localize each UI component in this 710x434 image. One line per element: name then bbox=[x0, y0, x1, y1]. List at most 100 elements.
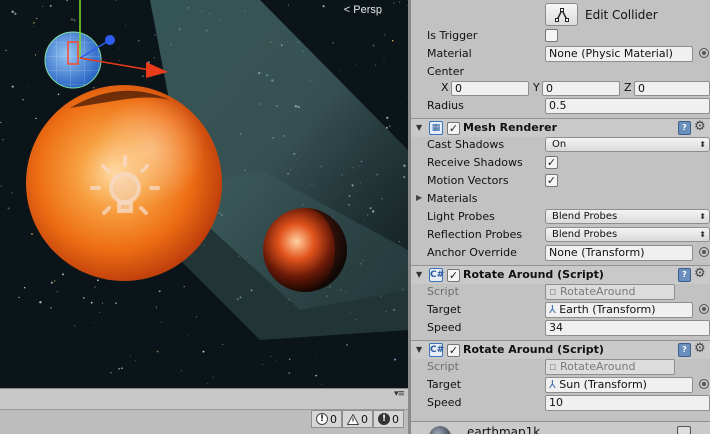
star bbox=[97, 279, 99, 282]
help-book-icon[interactable]: ? bbox=[678, 268, 691, 282]
speed-label: Speed bbox=[427, 321, 462, 334]
rotate-around-header-2[interactable]: ▼ C# ✓ Rotate Around (Script) ? ⚙ bbox=[411, 340, 710, 359]
star bbox=[196, 316, 198, 318]
star bbox=[73, 19, 76, 22]
radius-field[interactable]: 0.5 bbox=[545, 98, 710, 114]
center-label: Center bbox=[427, 65, 465, 78]
star bbox=[110, 372, 112, 374]
asset-settings-icon[interactable] bbox=[677, 426, 691, 434]
warning-toggle-button[interactable]: 0 bbox=[342, 410, 373, 428]
cast-shadows-dropdown[interactable]: On ⬍ bbox=[545, 137, 710, 152]
anchor-override-field[interactable]: None (Transform) bbox=[545, 245, 693, 261]
target-picker-icon[interactable] bbox=[699, 304, 709, 314]
help-book-icon[interactable]: ? bbox=[678, 121, 691, 135]
star bbox=[0, 121, 2, 124]
star bbox=[137, 39, 140, 42]
scene-projection-label[interactable]: < Persp bbox=[344, 4, 382, 16]
script-file-icon: ▫ bbox=[549, 360, 557, 373]
script-label: Script bbox=[427, 285, 459, 298]
star bbox=[37, 51, 39, 53]
center-label-row: Center bbox=[411, 63, 710, 81]
console-menu-icon[interactable]: ▾≡ bbox=[394, 389, 405, 399]
target-row: Target ⅄ Earth (Transform) bbox=[411, 301, 710, 319]
reflection-probes-dropdown[interactable]: Blend Probes ⬍ bbox=[545, 227, 710, 242]
star bbox=[0, 185, 2, 187]
gear-icon[interactable]: ⚙ bbox=[694, 341, 706, 356]
star bbox=[35, 117, 37, 120]
light-probes-dropdown[interactable]: Blend Probes ⬍ bbox=[545, 209, 710, 224]
star bbox=[375, 64, 377, 66]
speed-field[interactable]: 10 bbox=[545, 395, 710, 411]
star bbox=[32, 21, 35, 24]
center-y-field[interactable]: 0 bbox=[542, 81, 620, 96]
center-x-field[interactable]: 0 bbox=[451, 81, 529, 96]
star bbox=[5, 49, 7, 51]
star bbox=[11, 85, 14, 88]
cast-shadows-value: On bbox=[552, 139, 567, 150]
mesh-renderer-header[interactable]: ▼ ▦ ✓ Mesh Renderer ? ⚙ bbox=[411, 118, 710, 137]
materials-foldout-icon[interactable]: ▶ bbox=[416, 193, 422, 202]
target-field[interactable]: ⅄ Sun (Transform) bbox=[545, 377, 693, 393]
info-toggle-button[interactable]: ! 0 bbox=[311, 410, 342, 428]
script-field: ▫ RotateAround bbox=[545, 359, 675, 375]
warning-count: 0 bbox=[361, 412, 368, 426]
star bbox=[70, 18, 74, 21]
material-row: Material None (Physic Material) bbox=[411, 45, 710, 63]
star bbox=[11, 192, 13, 194]
rotate-around-foldout-icon[interactable]: ▼ bbox=[416, 270, 422, 279]
is-trigger-checkbox[interactable] bbox=[545, 29, 558, 42]
rotate-around-enabled-checkbox[interactable]: ✓ bbox=[447, 269, 460, 282]
scene-canvas[interactable] bbox=[0, 0, 408, 388]
receive-shadows-checkbox[interactable]: ✓ bbox=[545, 156, 558, 169]
star bbox=[39, 301, 42, 304]
material-field[interactable]: None (Physic Material) bbox=[545, 46, 693, 62]
reflection-probes-value: Blend Probes bbox=[552, 229, 618, 240]
rotate-around-header-1[interactable]: ▼ C# ✓ Rotate Around (Script) ? ⚙ bbox=[411, 265, 710, 284]
star bbox=[28, 85, 30, 87]
edit-collider-button[interactable] bbox=[545, 3, 578, 26]
star bbox=[115, 302, 117, 304]
star bbox=[142, 75, 144, 77]
asset-preview-row[interactable]: earthmap1k bbox=[411, 421, 710, 434]
rotate-around-enabled-checkbox[interactable]: ✓ bbox=[447, 344, 460, 357]
error-toggle-button[interactable]: ! 0 bbox=[373, 410, 404, 428]
target-picker-icon[interactable] bbox=[699, 379, 709, 389]
star bbox=[322, 5, 325, 8]
star bbox=[153, 57, 155, 59]
cast-shadows-row: Cast Shadows On ⬍ bbox=[411, 136, 710, 154]
help-book-icon[interactable]: ? bbox=[678, 343, 691, 357]
console-panel: ▾≡ ! 0 0 ! 0 bbox=[0, 388, 408, 434]
radius-row: Radius 0.5 bbox=[411, 97, 710, 115]
star bbox=[36, 17, 38, 20]
anchor-override-label: Anchor Override bbox=[427, 246, 517, 259]
speed-field[interactable]: 34 bbox=[545, 320, 710, 336]
rotate-around-foldout-icon[interactable]: ▼ bbox=[416, 345, 422, 354]
star bbox=[183, 286, 185, 288]
star bbox=[156, 350, 159, 353]
anchor-override-picker-icon[interactable] bbox=[699, 247, 709, 257]
star bbox=[14, 12, 17, 15]
mesh-renderer-enabled-checkbox[interactable]: ✓ bbox=[447, 122, 460, 135]
center-z-field[interactable]: 0 bbox=[634, 81, 710, 96]
materials-row[interactable]: ▶ Materials bbox=[411, 190, 710, 208]
target-field[interactable]: ⅄ Earth (Transform) bbox=[545, 302, 693, 318]
star bbox=[372, 44, 375, 47]
star bbox=[320, 384, 322, 385]
anchor-override-row: Anchor Override None (Transform) bbox=[411, 244, 710, 262]
motion-vectors-checkbox[interactable]: ✓ bbox=[545, 174, 558, 187]
target-value: Sun (Transform) bbox=[559, 378, 647, 391]
star bbox=[7, 207, 10, 210]
mesh-renderer-foldout-icon[interactable]: ▼ bbox=[416, 123, 422, 132]
gear-icon[interactable]: ⚙ bbox=[694, 119, 706, 134]
star bbox=[394, 358, 397, 361]
star bbox=[391, 39, 394, 42]
dropdown-arrows-icon: ⬍ bbox=[699, 140, 706, 149]
speed-label: Speed bbox=[427, 396, 462, 409]
scene-view[interactable]: < Persp bbox=[0, 0, 408, 388]
material-picker-icon[interactable] bbox=[699, 48, 709, 58]
edit-collider-label: Edit Collider bbox=[585, 8, 658, 22]
dropdown-arrows-icon: ⬍ bbox=[699, 230, 706, 239]
target-row: Target ⅄ Sun (Transform) bbox=[411, 376, 710, 394]
gear-icon[interactable]: ⚙ bbox=[694, 266, 706, 281]
star bbox=[50, 281, 53, 284]
